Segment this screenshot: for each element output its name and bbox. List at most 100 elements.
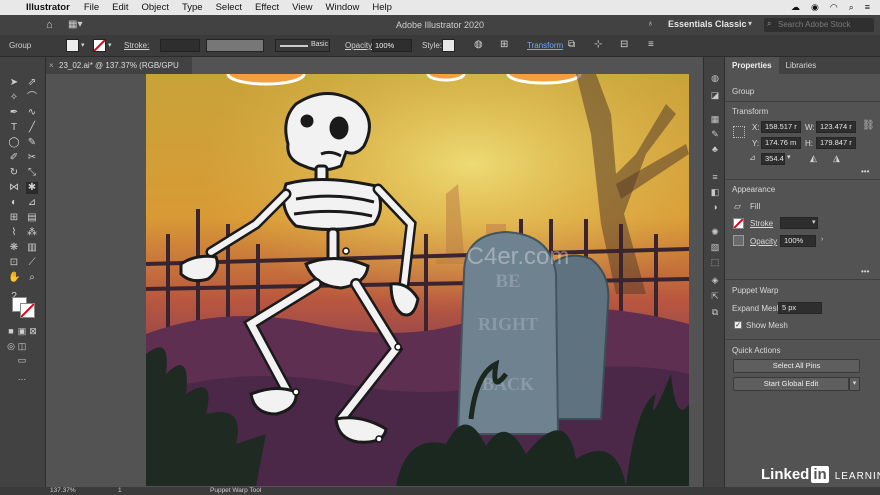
brush-definition[interactable]: Basic [275,39,330,52]
arrange-documents-icon[interactable]: ▦▾ [68,19,90,31]
puppet-icon[interactable]: ⊹ [594,39,602,50]
width-tool-icon[interactable]: ⋈ [8,182,20,194]
puppet-warp-tool-icon[interactable]: ✱ [26,182,38,194]
menu-select[interactable]: Select [216,2,242,13]
perspective-icon[interactable]: ⊿ [26,197,38,209]
workspace-switcher[interactable]: Essentials Classic [668,19,747,29]
app-menu[interactable]: Illustrator [26,2,70,13]
artboard[interactable]: BE RIGHT BACK C4er.com [146,74,689,486]
menu-help[interactable]: Help [372,2,392,13]
menu-effect[interactable]: Effect [255,2,279,13]
lasso-icon[interactable]: ⌒ [26,92,38,104]
menu-type[interactable]: Type [182,2,203,13]
opacity-field[interactable]: 100% [780,235,816,247]
selection-tool-icon[interactable]: ➤ [8,77,20,89]
chevron-down-icon[interactable]: ▾ [849,377,860,391]
eyedropper-icon[interactable]: ⌇ [8,227,20,239]
layers-icon[interactable]: ◈ [709,275,721,286]
transparency-icon[interactable]: ◑ [709,202,721,213]
recolor-icon[interactable]: ◍ [474,39,483,50]
blend-icon[interactable]: ⁂ [26,227,38,239]
draw-behind-icon[interactable]: ◫ [16,340,28,352]
arrange-icon[interactable]: ⊟ [620,39,628,50]
stroke-label[interactable]: Stroke: [124,41,149,50]
variable-width-profile[interactable] [206,39,264,52]
flip-vertical-icon[interactable]: ◮ [833,153,840,164]
stroke-weight-field[interactable] [160,39,200,52]
shape-builder-icon[interactable]: ◐ [8,197,20,209]
tab-properties[interactable]: Properties [725,57,779,74]
direct-selection-tool-icon[interactable]: ⇗ [26,77,38,89]
pen-tool-icon[interactable]: ✒ [8,107,20,119]
panel-menu-icon[interactable]: ≡ [648,39,654,50]
chevron-right-icon[interactable]: › [821,236,823,243]
lightbulb-icon[interactable]: ♁ [647,18,654,28]
artboard-tool-icon[interactable]: ⊡ [8,257,20,269]
eye-icon[interactable]: ◉ [811,2,819,13]
line-tool-icon[interactable]: ╱ [26,122,38,134]
chevron-down-icon[interactable]: ▾ [812,218,816,226]
none-mode-icon[interactable]: ⊠ [27,325,39,337]
show-mesh-checkbox[interactable]: ✓ [734,321,742,329]
export-icon[interactable]: ⇱ [709,291,721,302]
current-tool[interactable]: Puppet Warp Tool [210,487,261,494]
more-options-icon[interactable]: ••• [861,267,869,276]
flip-horizontal-icon[interactable]: ◭ [810,153,817,164]
expand-mesh-field[interactable]: 5 px [778,302,822,314]
w-field[interactable]: 123.474 r [816,121,856,133]
menu-edit[interactable]: Edit [112,2,128,13]
graph-tool-icon[interactable]: ▥ [26,242,38,254]
chevron-down-icon[interactable]: ▾ [81,41,85,49]
curvature-tool-icon[interactable]: ∿ [26,107,38,119]
opacity-field[interactable]: 100% [372,39,412,52]
appearance-icon[interactable]: ✺ [709,227,721,238]
slice-tool-icon[interactable]: ⟋ [26,257,38,269]
stroke-panel-icon[interactable]: ≡ [709,172,721,183]
h-field[interactable]: 179.847 r [816,137,856,149]
graphic-styles-icon[interactable]: ▨ [709,242,721,253]
swatches-icon[interactable]: ▦ [709,114,721,125]
zoom-level[interactable]: 137.37% [50,487,76,494]
select-all-pins-button[interactable]: Select All Pins [733,359,860,373]
screen-mode-icon[interactable]: ▭ [16,354,28,366]
rotate-field[interactable]: 354.4 [761,153,785,165]
color-panel-icon[interactable]: ◍ [709,73,721,84]
menu-window[interactable]: Window [326,2,360,13]
hand-tool-icon[interactable]: ✋ [8,272,20,284]
fill-swatch[interactable] [66,39,79,52]
artboards-icon[interactable]: ⧉ [709,307,721,318]
chevron-down-icon[interactable]: ▾ [108,41,112,49]
symbol-sprayer-icon[interactable]: ❋ [8,242,20,254]
puppet-pin[interactable] [394,343,402,351]
list-icon[interactable]: ≡ [865,2,870,13]
stroke-none-swatch[interactable] [733,218,744,229]
start-global-edit-button[interactable]: Start Global Edit [733,377,849,391]
menu-object[interactable]: Object [142,2,169,13]
wifi-icon[interactable]: ◠ [830,2,838,13]
graphic-style-swatch[interactable] [442,39,455,52]
rotate-icon[interactable]: ↻ [8,167,20,179]
brushes-icon[interactable]: ✎ [709,129,721,140]
scissors-icon[interactable]: ✂ [26,152,38,164]
puppet-pin[interactable] [292,388,300,396]
type-tool-icon[interactable]: T [8,122,20,134]
stroke-label[interactable]: Stroke [750,219,773,228]
artboard-number[interactable]: 1 [118,487,122,494]
isolate-icon[interactable]: ⧉ [568,39,575,50]
x-field[interactable]: 158.517 r [761,121,801,133]
creative-cloud-icon[interactable]: ☁ [791,2,800,13]
gradient-icon[interactable]: ▤ [26,212,38,224]
spotlight-icon[interactable]: ⌕ [849,2,854,13]
ellipse-tool-icon[interactable]: ◯ [8,137,20,149]
zoom-tool-icon[interactable]: ⌕ [26,272,38,284]
pencil-icon[interactable]: ✐ [8,152,20,164]
close-icon[interactable]: × [49,57,54,74]
asset-export-icon[interactable]: ⬚ [709,257,721,268]
stroke-swatch[interactable] [93,39,106,52]
align-icon[interactable]: ⊞ [500,39,508,50]
y-field[interactable]: 174.76 m [761,137,801,149]
chevron-down-icon[interactable]: ▾ [787,153,791,161]
document-tab[interactable]: × 23_02.ai* @ 137.37% (RGB/GPU Preview) [46,57,192,87]
search-stock-input[interactable]: Search Adobe Stock [764,18,874,32]
opacity-label[interactable]: Opacity: [345,41,374,50]
